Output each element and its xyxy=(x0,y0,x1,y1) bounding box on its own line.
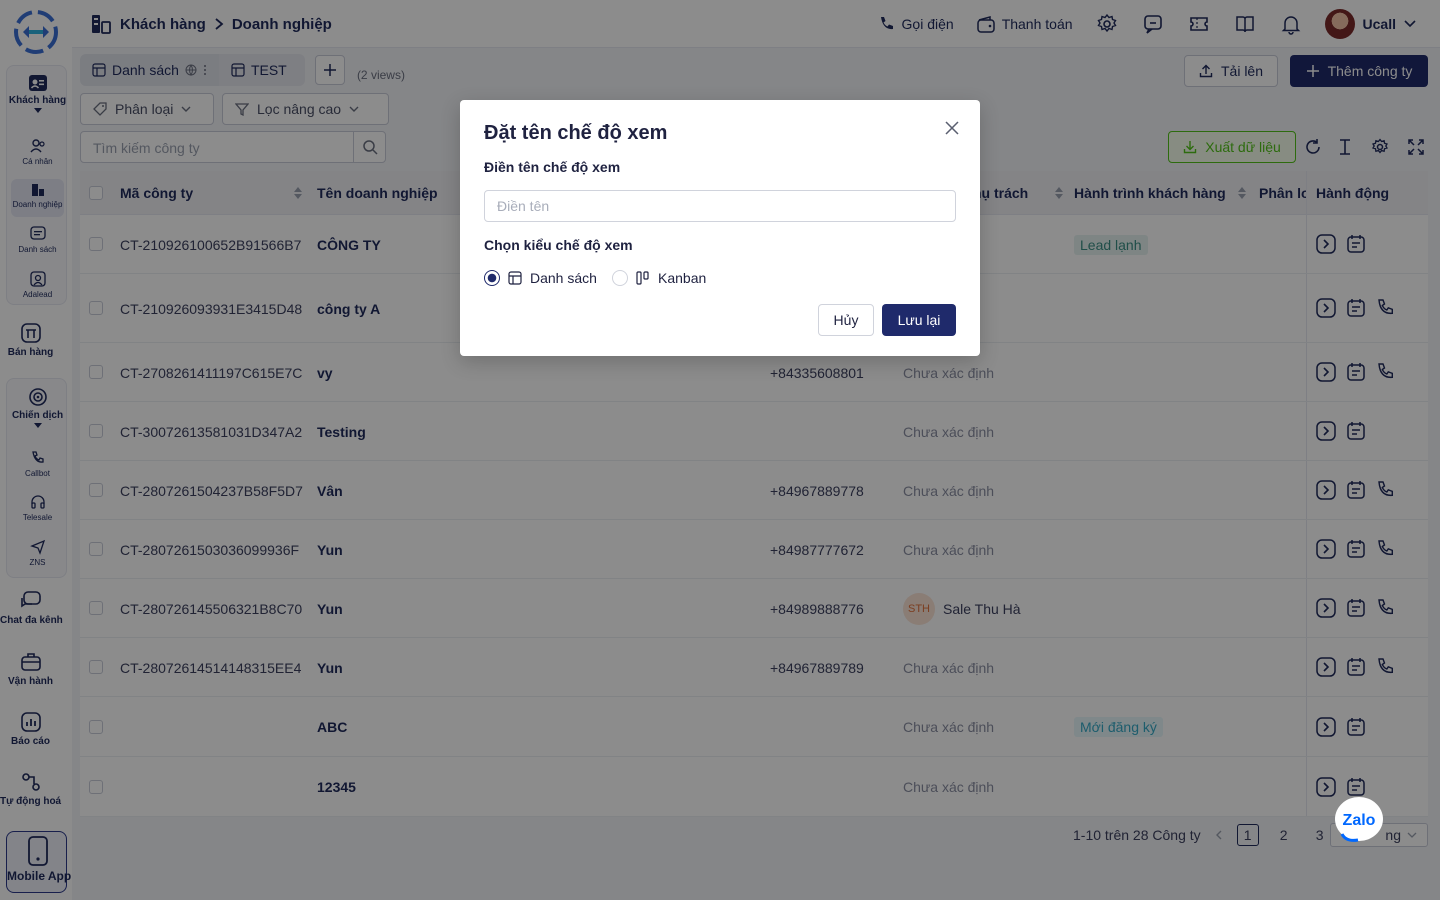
view-type-label: Chọn kiểu chế độ xem xyxy=(484,237,633,253)
kanban-icon xyxy=(636,271,650,285)
save-button[interactable]: Lưu lại xyxy=(882,304,956,336)
cancel-button[interactable]: Hủy xyxy=(818,304,874,336)
table-view-icon xyxy=(508,271,522,285)
close-icon[interactable] xyxy=(942,118,962,138)
radio-button[interactable] xyxy=(612,270,628,286)
view-name-label: Điền tên chế độ xem xyxy=(484,159,621,175)
zalo-label: Zalo xyxy=(1343,812,1376,829)
name-view-modal: Đặt tên chế độ xem Điền tên chế độ xem C… xyxy=(460,100,980,356)
radio-button-selected[interactable] xyxy=(484,270,500,286)
modal-title: Đặt tên chế độ xem xyxy=(484,122,668,144)
view-name-input[interactable] xyxy=(484,190,956,222)
radio-option-list[interactable]: Danh sách xyxy=(484,270,597,286)
radio-option-kanban[interactable]: Kanban xyxy=(612,270,706,286)
zalo-chat-button[interactable]: Zalo xyxy=(1334,796,1384,844)
